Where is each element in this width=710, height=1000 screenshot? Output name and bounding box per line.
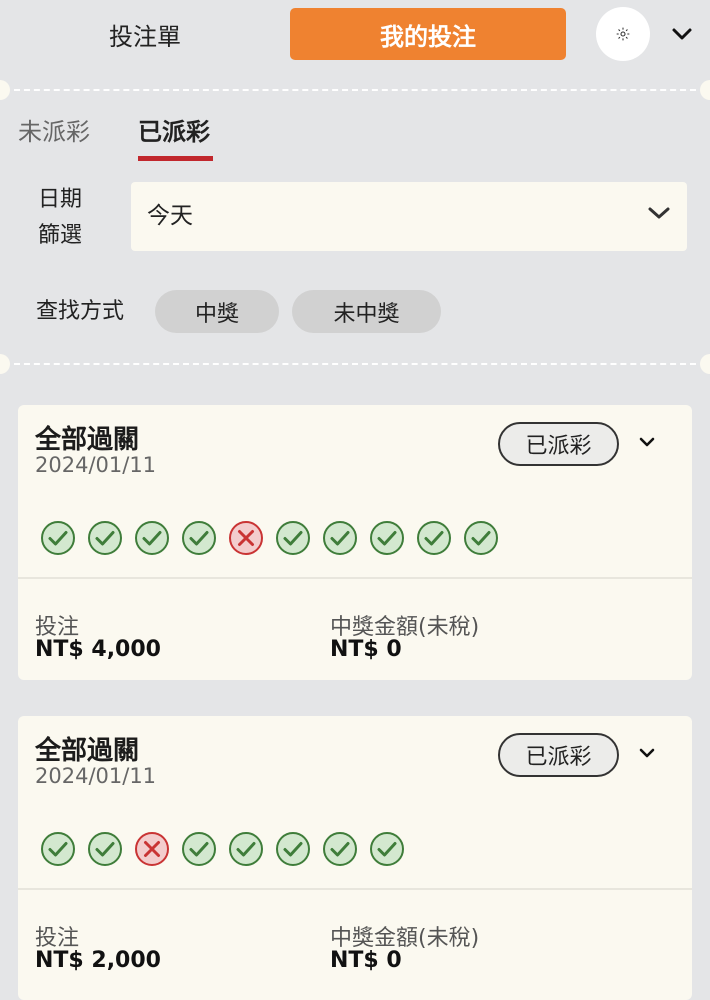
- leg-won-check-icon: [276, 832, 310, 866]
- leg-won-check-icon: [417, 521, 451, 555]
- bet-date: 2024/01/11: [35, 453, 157, 477]
- tab-betslip[interactable]: 投注單: [60, 8, 230, 60]
- expand-button[interactable]: [638, 433, 656, 452]
- bet-type: 全部過關: [35, 425, 140, 455]
- payout-amount: NT$ 0: [330, 948, 402, 973]
- leg-won-check-icon: [370, 832, 404, 866]
- collapse-button[interactable]: [662, 14, 702, 54]
- divider-notch-right: [700, 354, 710, 374]
- leg-results: [40, 520, 499, 556]
- active-tab-indicator: [138, 156, 213, 161]
- leg-won-check-icon: [229, 832, 263, 866]
- status-badge: 已派彩: [498, 422, 619, 466]
- leg-won-check-icon: [323, 832, 357, 866]
- leg-won-check-icon: [41, 832, 75, 866]
- card-divider: [18, 888, 692, 890]
- tab-unsettled[interactable]: 未派彩: [18, 112, 90, 152]
- dashed-line: [14, 89, 696, 91]
- leg-won-check-icon: [88, 521, 122, 555]
- filter-win-button[interactable]: 中獎: [155, 290, 279, 333]
- leg-won-check-icon: [370, 521, 404, 555]
- gear-icon: [616, 27, 630, 41]
- chevron-down-icon: [648, 207, 670, 219]
- top-bar: 投注單 我的投注: [0, 0, 710, 70]
- bet-card: 全部過關 2024/01/11 已派彩 投注 NT$ 2,000 中獎金額(未稅…: [18, 716, 692, 1000]
- bet-card: 全部過關 2024/01/11 已派彩 投注 NT$ 4,000 中獎金額(未稅…: [18, 405, 692, 680]
- leg-won-check-icon: [276, 521, 310, 555]
- tab-settled[interactable]: 已派彩: [138, 112, 210, 152]
- divider-notch-left: [0, 80, 10, 100]
- leg-won-check-icon: [135, 521, 169, 555]
- date-filter-select[interactable]: 今天: [131, 182, 687, 251]
- section-divider: [0, 354, 710, 374]
- search-method-label: 查找方式: [36, 299, 125, 324]
- leg-won-check-icon: [182, 832, 216, 866]
- bet-date: 2024/01/11: [35, 764, 157, 788]
- divider-notch-left: [0, 354, 10, 374]
- leg-won-check-icon: [41, 521, 75, 555]
- leg-won-check-icon: [88, 832, 122, 866]
- expand-button[interactable]: [638, 744, 656, 763]
- leg-won-check-icon: [182, 521, 216, 555]
- divider-notch-right: [700, 80, 710, 100]
- leg-lost-cross-icon: [135, 832, 169, 866]
- leg-results: [40, 831, 405, 867]
- stake-amount: NT$ 4,000: [35, 637, 161, 662]
- stake-amount: NT$ 2,000: [35, 948, 161, 973]
- payout-amount: NT$ 0: [330, 637, 402, 662]
- date-filter-label: 日期篩選: [38, 187, 83, 248]
- dashed-line: [14, 363, 696, 365]
- chevron-down-icon: [639, 748, 655, 758]
- leg-won-check-icon: [464, 521, 498, 555]
- section-divider: [0, 80, 710, 100]
- filter-lose-button[interactable]: 未中獎: [292, 290, 441, 333]
- bet-type: 全部過關: [35, 736, 140, 766]
- chevron-down-icon: [639, 437, 655, 447]
- tab-my-bets[interactable]: 我的投注: [290, 8, 566, 60]
- card-divider: [18, 577, 692, 579]
- date-filter-value: 今天: [147, 203, 193, 229]
- settings-button[interactable]: [596, 7, 650, 61]
- status-badge: 已派彩: [498, 733, 619, 777]
- leg-lost-cross-icon: [229, 521, 263, 555]
- leg-won-check-icon: [323, 521, 357, 555]
- chevron-down-icon: [672, 28, 692, 40]
